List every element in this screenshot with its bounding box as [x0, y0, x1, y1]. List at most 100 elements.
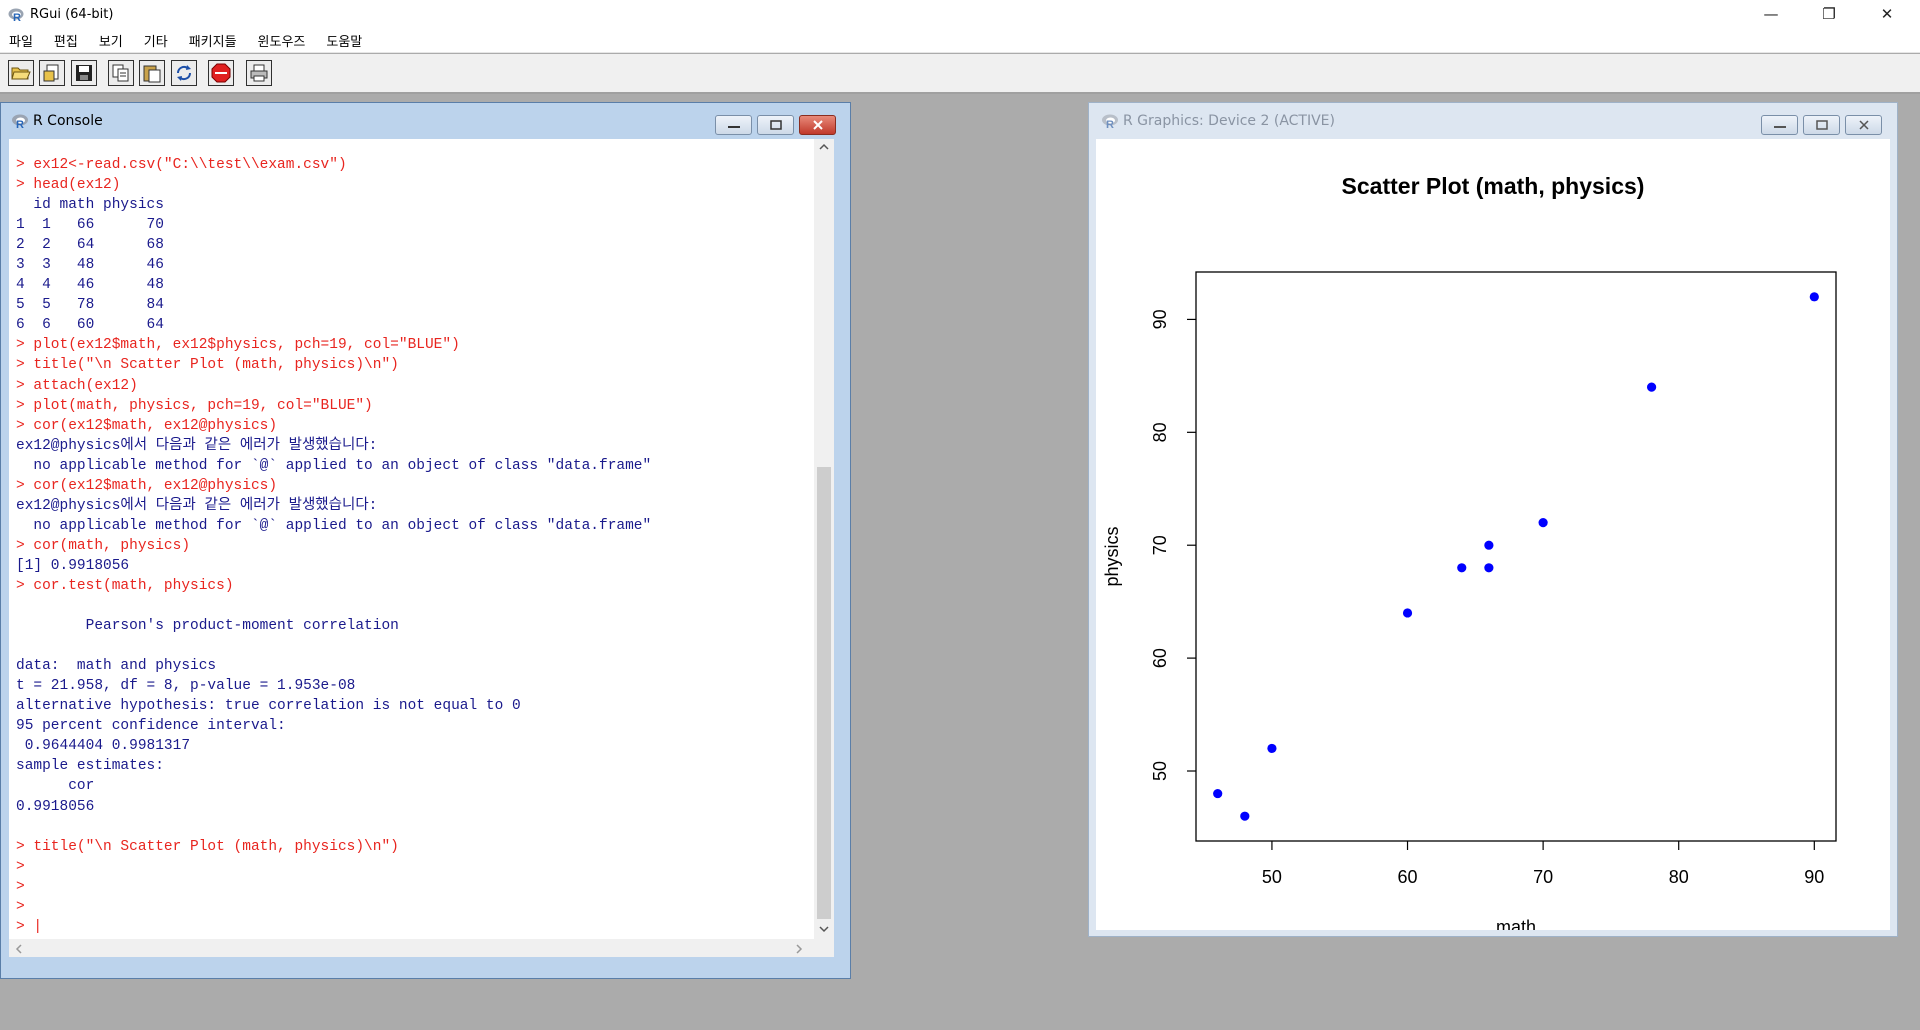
svg-text:R: R [1106, 119, 1114, 129]
console-line: 95 percent confidence interval: [16, 718, 286, 735]
svg-text:R: R [13, 12, 21, 23]
console-scroll-thumb[interactable] [817, 467, 831, 919]
menu-help[interactable]: 도움말 [325, 29, 363, 52]
console-line: Pearson's product-moment correlation [16, 618, 399, 635]
load-workspace-button[interactable] [39, 60, 65, 86]
menu-misc[interactable]: 기타 [143, 29, 169, 52]
app-titlebar: R RGui (64-bit) — ❐ ✕ [0, 0, 1920, 29]
console-line: > cor.test(math, physics) [16, 577, 234, 594]
r-graphics-window[interactable]: R R Graphics: Device 2 (ACTIVE) Scatter … [1088, 102, 1898, 937]
console-line: 0.9918056 [16, 798, 95, 815]
r-logo-icon: R [12, 114, 28, 129]
x-tick-label: 90 [1804, 867, 1824, 887]
copy-paste-button[interactable] [171, 60, 197, 86]
plot-frame [1195, 271, 1837, 842]
y-tick-label: 70 [1150, 535, 1170, 555]
paste-button[interactable] [139, 60, 165, 86]
console-output-area[interactable]: > ex12<-read.csv("C:\\test\\exam.csv") > … [9, 139, 834, 957]
data-point [1809, 292, 1819, 302]
console-text[interactable]: > ex12<-read.csv("C:\\test\\exam.csv") > … [16, 155, 812, 937]
r-logo-icon: R [8, 8, 24, 23]
x-tick-label: 80 [1669, 867, 1689, 887]
console-line: [1] 0.9918056 [16, 557, 130, 574]
console-line: > attach(ex12) [16, 377, 138, 394]
console-line: > [16, 878, 25, 895]
console-horizontal-scrollbar[interactable] [9, 939, 834, 957]
clipboard-paste-icon [143, 65, 161, 83]
open-script-button[interactable] [8, 60, 34, 86]
scroll-down-icon[interactable] [819, 925, 829, 933]
console-line: ex12@physics에서 다음과 같은 에러가 발생했습니다: [16, 437, 378, 454]
console-line: > title("\n Scatter Plot (math, physics)… [16, 838, 399, 855]
data-point [1213, 788, 1223, 799]
console-line: 1 1 66 70 [16, 217, 164, 234]
console-line: 0.9644404 0.9981317 [16, 738, 191, 755]
minimize-button[interactable]: — [1748, 0, 1794, 29]
r-console-window[interactable]: R R Console > ex12<-read.csv("C:\\test\\… [0, 102, 851, 979]
y-tick-label: 90 [1150, 309, 1170, 329]
data-point [1484, 540, 1494, 550]
scroll-up-icon[interactable] [819, 143, 829, 151]
console-line: > head(ex12) [16, 177, 121, 194]
console-line: alternative hypothesis: true correlation… [16, 698, 521, 715]
graphics-minimize-button[interactable] [1761, 115, 1798, 135]
console-vertical-scrollbar[interactable] [814, 139, 834, 939]
graphics-title: R Graphics: Device 2 (ACTIVE) [1123, 113, 1335, 129]
r-logo-icon: R [1102, 114, 1118, 129]
console-line: cor [16, 778, 95, 795]
print-button[interactable] [246, 60, 272, 86]
scroll-left-icon[interactable] [15, 944, 23, 954]
app-title: RGui (64-bit) [30, 7, 114, 22]
scroll-right-icon[interactable] [795, 944, 803, 954]
console-line: > | [16, 918, 43, 935]
restore-icon [1815, 120, 1828, 130]
copy-icon [112, 64, 129, 82]
console-line: > plot(math, physics, pch=19, col="BLUE"… [16, 397, 373, 414]
console-line: > [16, 898, 25, 915]
menu-file[interactable]: 파일 [8, 29, 34, 52]
console-line: sample estimates: [16, 758, 164, 775]
graphics-titlebar[interactable]: R R Graphics: Device 2 (ACTIVE) [1089, 103, 1897, 139]
copy-button[interactable] [108, 60, 134, 86]
console-line: t = 21.958, df = 8, p-value = 1.953e-08 [16, 678, 356, 695]
printer-icon [250, 64, 268, 82]
y-axis-label: physics [1102, 526, 1122, 586]
y-tick-label: 80 [1150, 422, 1170, 442]
console-line: data: math and physics [16, 658, 217, 675]
data-point [1240, 811, 1250, 821]
console-line: > cor(math, physics) [16, 537, 191, 554]
menu-packages[interactable]: 패키지들 [188, 29, 238, 52]
data-point [1457, 563, 1467, 573]
console-close-button[interactable] [799, 115, 836, 135]
close-button[interactable]: ✕ [1864, 0, 1910, 29]
data-point [1267, 743, 1277, 754]
close-icon [812, 120, 823, 130]
y-tick-label: 50 [1150, 761, 1170, 781]
graphics-restore-button[interactable] [1803, 115, 1840, 135]
data-point [1538, 518, 1548, 528]
graphics-close-button[interactable] [1845, 115, 1882, 135]
save-workspace-button[interactable] [71, 60, 97, 86]
console-line: id math physics [16, 197, 164, 214]
console-line: 4 4 46 48 [16, 277, 164, 294]
x-tick-label: 50 [1262, 867, 1282, 887]
console-titlebar[interactable]: R R Console [1, 103, 850, 139]
console-restore-button[interactable] [757, 115, 794, 135]
menu-edit[interactable]: 편집 [53, 29, 79, 52]
console-minimize-button[interactable] [715, 115, 752, 135]
restore-button[interactable]: ❐ [1806, 0, 1852, 29]
svg-text:R: R [16, 119, 24, 129]
console-line: no applicable method for `@` applied to … [16, 517, 652, 534]
console-line: > cor(ex12$math, ex12@physics) [16, 477, 278, 494]
floppy-disk-icon [76, 65, 92, 81]
menu-view[interactable]: 보기 [98, 29, 124, 52]
console-line: no applicable method for `@` applied to … [16, 457, 652, 474]
stop-button[interactable] [208, 60, 234, 86]
plot-canvas[interactable]: Scatter Plot (math, physics) 50 60 70 80 90 5… [1096, 139, 1890, 930]
console-line: > plot(ex12$math, ex12$physics, pch=19, … [16, 337, 460, 354]
menu-windows[interactable]: 윈도우즈 [257, 29, 307, 52]
minimize-icon [1773, 126, 1786, 128]
console-line: 3 3 48 46 [16, 257, 164, 274]
